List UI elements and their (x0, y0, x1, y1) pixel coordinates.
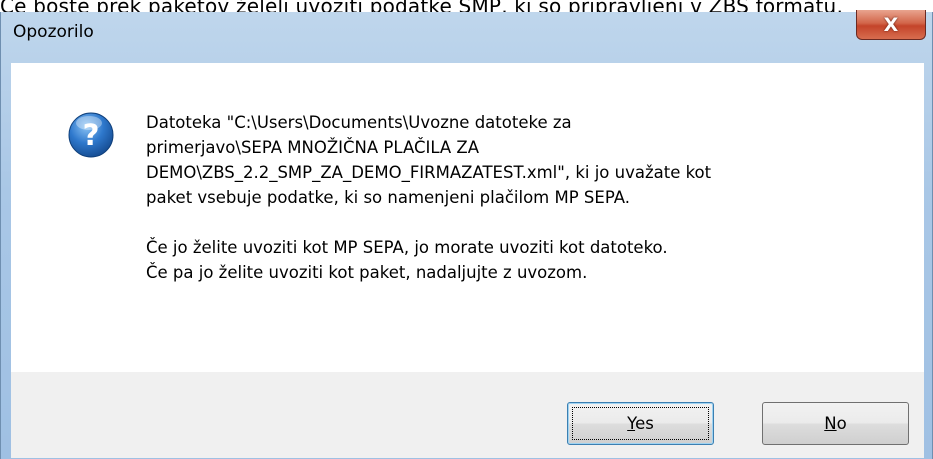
message-text: Datoteka "C:\Users\Documents\Uvozne dato… (146, 110, 906, 285)
message-line: primerjavo\SEPA MNOŽIČNA PLAČILA ZA (146, 138, 480, 157)
close-icon: X (883, 13, 899, 36)
message-line: DEMO\ZBS_2.2_SMP_ZA_DEMO_FIRMAZATEST.xml… (146, 163, 712, 182)
no-button-label: No (824, 414, 846, 433)
message-dialog: Opozorilo X ? Datoteka "C:\Users\Documen… (0, 10, 933, 459)
no-mnemonic: N (824, 414, 837, 433)
yes-button[interactable]: Yes (567, 402, 714, 445)
no-label-rest: o (836, 414, 847, 433)
no-button[interactable]: No (762, 402, 909, 445)
message-area: ? Datoteka "C:\Users\Documents\Uvozne da… (11, 63, 924, 372)
title-bar[interactable]: Opozorilo X (1, 10, 933, 60)
svg-text:?: ? (83, 118, 100, 152)
message-line: Če jo želite uvoziti kot MP SEPA, jo mor… (146, 238, 668, 257)
close-button[interactable]: X (856, 10, 926, 40)
focus-rectangle (572, 407, 709, 440)
question-icon: ? (68, 112, 114, 158)
message-line: Če pa jo želite uvoziti kot paket, nadal… (146, 263, 588, 282)
message-line: paket vsebuje podatke, ki so namenjeni p… (146, 188, 630, 207)
message-line: Datoteka "C:\Users\Documents\Uvozne dato… (146, 113, 572, 132)
button-bar: Yes No (11, 372, 924, 458)
window-title: Opozorilo (13, 22, 94, 42)
